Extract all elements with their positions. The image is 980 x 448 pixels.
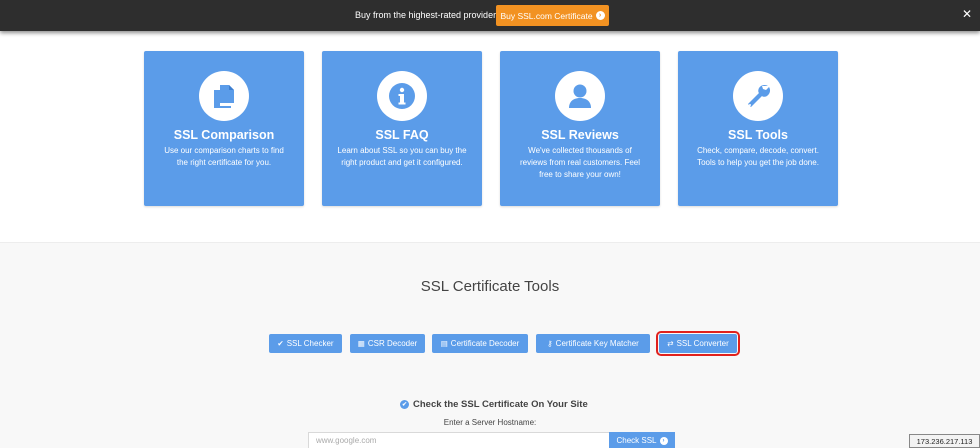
grid-icon: ▦ <box>357 338 365 348</box>
card-ssl-comparison[interactable]: SSL Comparison Use our comparison charts… <box>144 51 304 206</box>
buy-certificate-label: Buy SSL.com Certificate <box>500 10 593 21</box>
file-icon: ▤ <box>440 338 448 348</box>
card-title: SSL Comparison <box>173 128 275 142</box>
ssl-checker-label: SSL Checker <box>286 339 334 348</box>
info-icon <box>377 71 427 121</box>
close-icon[interactable]: ✕ <box>962 8 972 20</box>
check-circle-icon: ✔ <box>400 400 409 409</box>
card-description: Use our comparison charts to find the ri… <box>164 146 284 167</box>
card-description: Learn about SSL so you can buy the right… <box>337 146 467 167</box>
certificate-key-matcher-button[interactable]: ⚷ Certificate Key Matcher <box>536 334 650 353</box>
check-circle-icon: ✔ <box>277 338 284 348</box>
card-ssl-reviews[interactable]: SSL Reviews We've collected thousands of… <box>500 51 660 206</box>
key-icon: ⚷ <box>547 338 553 348</box>
hostname-label: Enter a Server Hostname: <box>443 418 537 427</box>
csr-decoder-button[interactable]: ▦ CSR Decoder <box>350 334 425 353</box>
buy-certificate-button[interactable]: Buy SSL.com Certificate › <box>496 5 609 26</box>
card-title: SSL Reviews <box>541 128 619 142</box>
copy-icon <box>199 71 249 121</box>
wrench-icon <box>733 71 783 121</box>
hostname-input[interactable] <box>308 432 610 448</box>
ssl-converter-button[interactable]: ⇄ SSL Converter <box>656 331 740 356</box>
ip-address-tag: 173.236.217.113 <box>909 434 980 448</box>
promo-bar: Buy from the highest-rated provider Buy … <box>0 0 980 31</box>
arrow-circle-icon: › <box>595 11 605 20</box>
promo-text: Buy from the highest-rated provider <box>355 10 497 20</box>
check-ssl-label: Check SSL <box>616 436 657 445</box>
card-title: SSL FAQ <box>375 128 429 142</box>
certificate-decoder-button[interactable]: ▤ Certificate Decoder <box>432 334 528 353</box>
exchange-icon: ⇄ <box>667 338 674 348</box>
card-title: SSL Tools <box>728 128 788 142</box>
card-ssl-faq[interactable]: SSL FAQ Learn about SSL so you can buy t… <box>322 51 482 206</box>
card-ssl-tools[interactable]: SSL Tools Check, compare, decode, conver… <box>678 51 838 206</box>
arrow-circle-icon: › <box>659 436 668 445</box>
card-description: We've collected thousands of reviews fro… <box>519 146 641 179</box>
check-heading-text: Check the SSL Certificate On Your Site <box>413 399 588 410</box>
tools-title: SSL Certificate Tools <box>420 278 560 295</box>
ssl-checker-button[interactable]: ✔ SSL Checker <box>269 334 342 353</box>
card-description: Check, compare, decode, convert. Tools t… <box>697 146 819 167</box>
certificate-key-matcher-label: Certificate Key Matcher <box>555 339 639 348</box>
check-heading: ✔ Check the SSL Certificate On Your Site <box>400 399 588 410</box>
ssl-converter-label: SSL Converter <box>676 339 729 348</box>
check-ssl-button[interactable]: Check SSL › <box>609 432 675 448</box>
certificate-decoder-label: Certificate Decoder <box>450 339 520 348</box>
user-icon <box>555 71 605 121</box>
csr-decoder-label: CSR Decoder <box>367 339 418 348</box>
